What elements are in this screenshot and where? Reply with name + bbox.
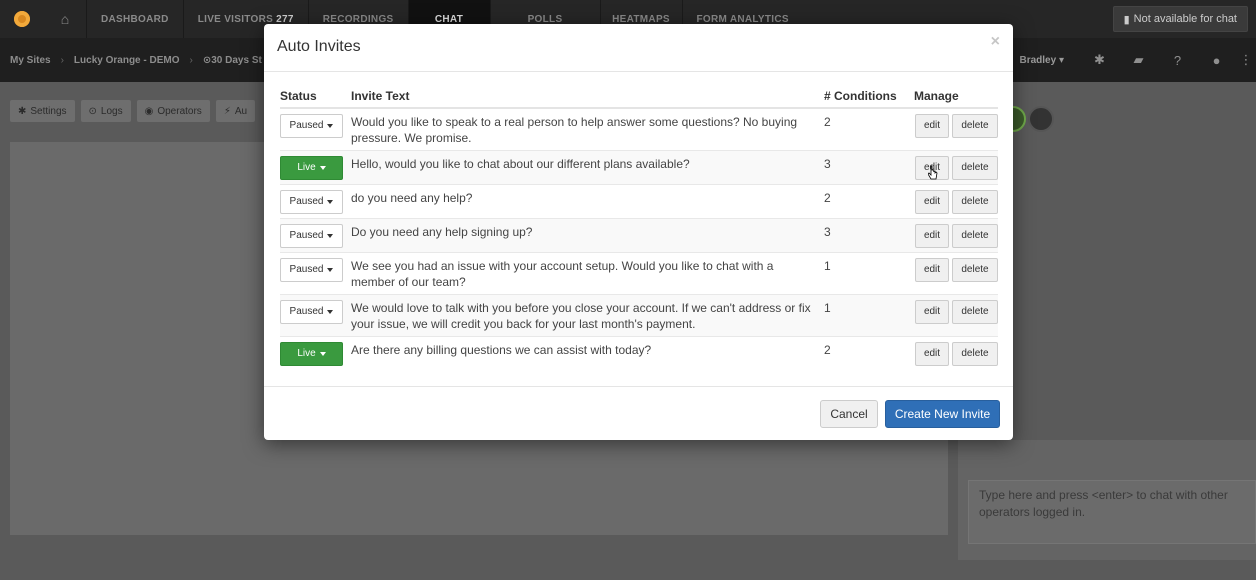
- caret-down-icon: [327, 310, 334, 314]
- logs-button[interactable]: ⊙ Logs: [80, 100, 131, 122]
- invite-text: Hello, would you like to chat about our …: [351, 150, 824, 185]
- conditions-count: 3: [824, 218, 914, 253]
- invite-text: Would you like to speak to a real person…: [351, 107, 824, 151]
- home-icon[interactable]: ⌂: [44, 0, 86, 38]
- bolt-icon: ⚡: [223, 105, 231, 117]
- menu-icon[interactable]: ⋮: [1236, 52, 1256, 68]
- edit-button[interactable]: edit: [915, 224, 949, 248]
- delete-button[interactable]: delete: [952, 190, 998, 214]
- edit-button[interactable]: edit: [915, 300, 949, 324]
- caret-down-icon: [327, 124, 334, 128]
- delete-button[interactable]: delete: [952, 224, 998, 248]
- edit-button[interactable]: edit: [915, 258, 949, 282]
- invite-text: We see you had an issue with your accoun…: [351, 252, 824, 295]
- table-row: Paused Would you like to speak to a real…: [280, 107, 998, 151]
- status-dropdown[interactable]: Paused: [280, 300, 343, 324]
- chat-toolbar: ✱ Settings ⊙ Logs ◉ Operators ⚡ Au: [10, 100, 256, 122]
- conditions-count: 1: [824, 294, 914, 337]
- users-icon: ◉: [144, 105, 154, 117]
- status-dropdown[interactable]: Paused: [280, 258, 343, 282]
- help-icon[interactable]: ?: [1158, 53, 1197, 68]
- auto-invites-modal: Auto Invites × Status Invite Text # Cond…: [264, 24, 1013, 440]
- table-row: Paused We see you had an issue with your…: [280, 252, 998, 295]
- clock-icon: ⊙: [88, 105, 97, 117]
- create-new-invite-button[interactable]: Create New Invite: [885, 400, 1000, 428]
- clock-icon: ⊙: [202, 54, 212, 66]
- user-tools: Bradley ▾ ✱ ▰ ? ● ⋮: [1020, 38, 1256, 82]
- edit-button[interactable]: edit: [915, 342, 949, 366]
- auto-invites-button[interactable]: ⚡ Au: [215, 100, 256, 122]
- delete-button[interactable]: delete: [952, 342, 998, 366]
- operator-avatar[interactable]: [1028, 106, 1054, 132]
- col-status: Status: [280, 84, 351, 109]
- caret-down-icon: [319, 352, 326, 356]
- edit-button[interactable]: edit: [915, 190, 949, 214]
- col-invite-text: Invite Text: [351, 84, 824, 109]
- operator-chat-input[interactable]: Type here and press <enter> to chat with…: [968, 480, 1256, 544]
- edit-button[interactable]: edit: [915, 114, 949, 138]
- live-visitors-count: 277: [276, 13, 294, 25]
- delete-button[interactable]: delete: [952, 156, 998, 180]
- gear-icon[interactable]: ✱: [1080, 52, 1119, 68]
- status-dropdown[interactable]: Paused: [280, 190, 343, 214]
- delete-button[interactable]: delete: [952, 300, 998, 324]
- caret-down-icon: [327, 234, 334, 238]
- crumb-site[interactable]: Lucky Orange - DEMO: [64, 55, 190, 66]
- conditions-count: 2: [824, 107, 914, 151]
- graduation-cap-icon[interactable]: ▰: [1119, 52, 1158, 68]
- caret-down-icon: [327, 268, 334, 272]
- caret-down-icon: [319, 166, 326, 170]
- chat-bubble-icon: ▮: [1123, 13, 1130, 26]
- invite-text: do you need any help?: [351, 184, 824, 219]
- cancel-button[interactable]: Cancel: [820, 400, 878, 428]
- col-conditions: # Conditions: [824, 84, 914, 109]
- caret-down-icon: [327, 200, 334, 204]
- table-row: Paused do you need any help? 2 edit delet…: [280, 184, 998, 219]
- lucky-orange-logo[interactable]: [0, 0, 44, 38]
- status-dropdown[interactable]: Live: [280, 156, 343, 180]
- close-icon[interactable]: ×: [991, 33, 1000, 51]
- status-dropdown[interactable]: Live: [280, 342, 343, 366]
- tab-dashboard[interactable]: DASHBOARD: [86, 0, 183, 38]
- invite-text: Do you need any help signing up?: [351, 218, 824, 253]
- settings-button[interactable]: ✱ Settings: [10, 100, 75, 122]
- operators-button[interactable]: ◉ Operators: [136, 100, 210, 122]
- conditions-count: 2: [824, 184, 914, 219]
- invite-text: Are there any billing questions we can a…: [351, 336, 824, 370]
- crumb-my-sites[interactable]: My Sites: [0, 55, 61, 66]
- conditions-count: 2: [824, 336, 914, 370]
- user-menu[interactable]: Bradley ▾: [1020, 55, 1081, 66]
- table-row: Paused We would love to talk with you be…: [280, 294, 998, 337]
- table-row: Live Hello, would you like to chat about…: [280, 150, 998, 185]
- table-row: Paused Do you need any help signing up? …: [280, 218, 998, 253]
- table-row: Live Are there any billing questions we …: [280, 336, 998, 370]
- delete-button[interactable]: delete: [952, 258, 998, 282]
- modal-footer: Cancel Create New Invite: [264, 386, 1013, 440]
- status-dropdown[interactable]: Paused: [280, 224, 343, 248]
- availability-button[interactable]: ▮ Not available for chat: [1112, 6, 1248, 32]
- status-dot-icon[interactable]: ●: [1197, 53, 1236, 68]
- delete-button[interactable]: delete: [952, 114, 998, 138]
- crumb-date-range[interactable]: ⊙30 Days St: [193, 55, 272, 66]
- conditions-count: 3: [824, 150, 914, 185]
- mouse-pointer-icon: [928, 165, 938, 180]
- status-dropdown[interactable]: Paused: [280, 114, 343, 138]
- gear-icon: ✱: [18, 105, 27, 117]
- invite-text: We would love to talk with you before yo…: [351, 294, 824, 337]
- modal-title: Auto Invites: [277, 38, 361, 55]
- invites-table: Status Invite Text # Conditions Manage P…: [280, 84, 998, 370]
- modal-header: Auto Invites ×: [264, 24, 1013, 72]
- conditions-count: 1: [824, 252, 914, 295]
- col-manage: Manage: [914, 84, 998, 109]
